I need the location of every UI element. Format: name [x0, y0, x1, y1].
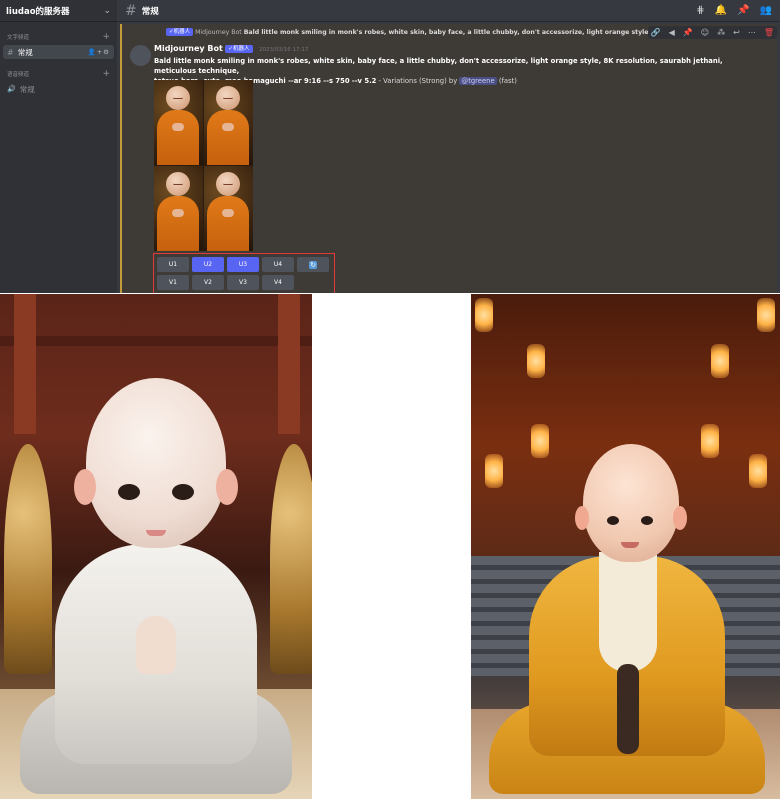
server-name: liudao的服务器	[6, 6, 70, 17]
server-header[interactable]: liudao的服务器 ⌄	[0, 0, 117, 22]
variation-button-1[interactable]: V1	[157, 275, 189, 290]
add-channel-icon[interactable]: +	[102, 32, 110, 42]
author-name[interactable]: Midjourney Bot	[154, 44, 223, 53]
upscale-button-3[interactable]: U3	[227, 257, 259, 272]
pin-icon[interactable]: 📌	[683, 28, 693, 37]
category-voice-channels[interactable]: 语音频道 +	[0, 69, 117, 79]
variation-button-2[interactable]: V2	[192, 275, 224, 290]
more-icon[interactable]: ⋯	[748, 28, 756, 37]
message-highlighted[interactable]: ✓机器人 Midjourney Bot Bald little monk smi…	[120, 24, 777, 293]
channel-settings-icons[interactable]: 👤+⚙	[88, 48, 110, 56]
sidebar-item-general-voice[interactable]: 🔊 常规	[3, 82, 114, 96]
hash-icon: #	[7, 47, 14, 57]
upscale-button-4[interactable]: U4	[262, 257, 294, 272]
upscale-row: U1 U2 U3 U4 ↻	[157, 257, 331, 272]
generated-image-yellow-robe-monk	[471, 294, 780, 799]
variation-row: V1 V2 V3 V4	[157, 275, 331, 290]
avatar[interactable]	[130, 45, 151, 66]
sidebar-item-general-text[interactable]: # 常规 👤+⚙	[3, 45, 114, 59]
action-buttons-highlight: U1 U2 U3 U4 ↻ V1 V2 V3 V4	[153, 253, 335, 293]
channel-name: 常规	[17, 47, 33, 57]
speaker-icon: 🔊	[7, 85, 16, 93]
category-label: 语音频道	[7, 72, 30, 78]
channel-name: 常规	[19, 84, 35, 94]
grid-image-2[interactable]	[204, 80, 253, 165]
variation-label: - Variations (Strong) by	[376, 77, 460, 85]
hash-icon: #	[125, 2, 137, 19]
threads-icon[interactable]: ⋕	[696, 5, 704, 16]
reply-preview[interactable]: ✓机器人 Midjourney Bot Bald little monk smi…	[166, 28, 731, 36]
category-label: 文字频道	[7, 35, 30, 41]
chevron-down-icon[interactable]: ⌄	[103, 6, 111, 16]
variation-button-4[interactable]: V4	[262, 275, 294, 290]
grid-image-3[interactable]	[154, 166, 203, 251]
delete-icon[interactable]: 🗑	[764, 28, 774, 37]
members-icon[interactable]: 👥	[760, 5, 772, 16]
apps-icon[interactable]: ⁂	[717, 28, 725, 37]
forward-icon[interactable]: ↩	[733, 28, 740, 37]
speed-label: (fast)	[496, 77, 517, 85]
channel-sidebar: liudao的服务器 ⌄ 文字频道 + # 常规 👤+⚙ 语音频道 + 🔊 常规	[0, 0, 117, 293]
category-text-channels[interactable]: 文字频道 +	[0, 32, 117, 42]
pin-icon[interactable]: 📌	[737, 5, 749, 16]
channel-header: # 常规	[117, 0, 780, 22]
variation-button-3[interactable]: V3	[227, 275, 259, 290]
user-mention[interactable]: @tgreene	[459, 77, 497, 85]
chat-area: # 常规 ⋕ 🔔 📌 👥 ✓机器人 Midjourney Bot Bald li…	[117, 0, 780, 293]
reroll-button[interactable]: ↻	[297, 257, 329, 272]
link-icon[interactable]: 🔗	[651, 28, 661, 37]
timestamp: 2023/03/16 17:17	[259, 47, 309, 53]
reply-author: Midjourney Bot	[195, 29, 242, 36]
bell-icon[interactable]: 🔔	[715, 5, 727, 16]
message-header: Midjourney Bot ✓机器人 2023/03/16 17:17	[154, 44, 308, 53]
add-channel-icon[interactable]: +	[102, 69, 110, 79]
channel-title: 常规	[141, 6, 159, 17]
reply-icon[interactable]: ◀	[669, 28, 675, 37]
prompt-line-1: Bald little monk smiling in monk's robes…	[154, 57, 723, 75]
reaction-icon[interactable]: ☺	[701, 28, 709, 37]
upscale-button-2[interactable]: U2	[192, 257, 224, 272]
generated-image-white-robe-monk	[0, 294, 312, 799]
grid-image-4[interactable]	[204, 166, 253, 251]
message-toolbar: 🔗 ◀ 📌 ☺ ⁂ ↩ ⋯ 🗑	[647, 26, 777, 39]
grid-image-1[interactable]	[154, 80, 203, 165]
image-grid[interactable]	[154, 80, 253, 251]
bot-tag: ✓机器人	[166, 28, 194, 36]
bot-tag: ✓机器人	[225, 45, 253, 53]
reroll-icon: ↻	[309, 260, 317, 269]
upscale-button-1[interactable]: U1	[157, 257, 189, 272]
header-toolbar: ⋕ 🔔 📌 👥	[696, 5, 772, 16]
discord-window: liudao的服务器 ⌄ 文字频道 + # 常规 👤+⚙ 语音频道 + 🔊 常规…	[0, 0, 780, 293]
